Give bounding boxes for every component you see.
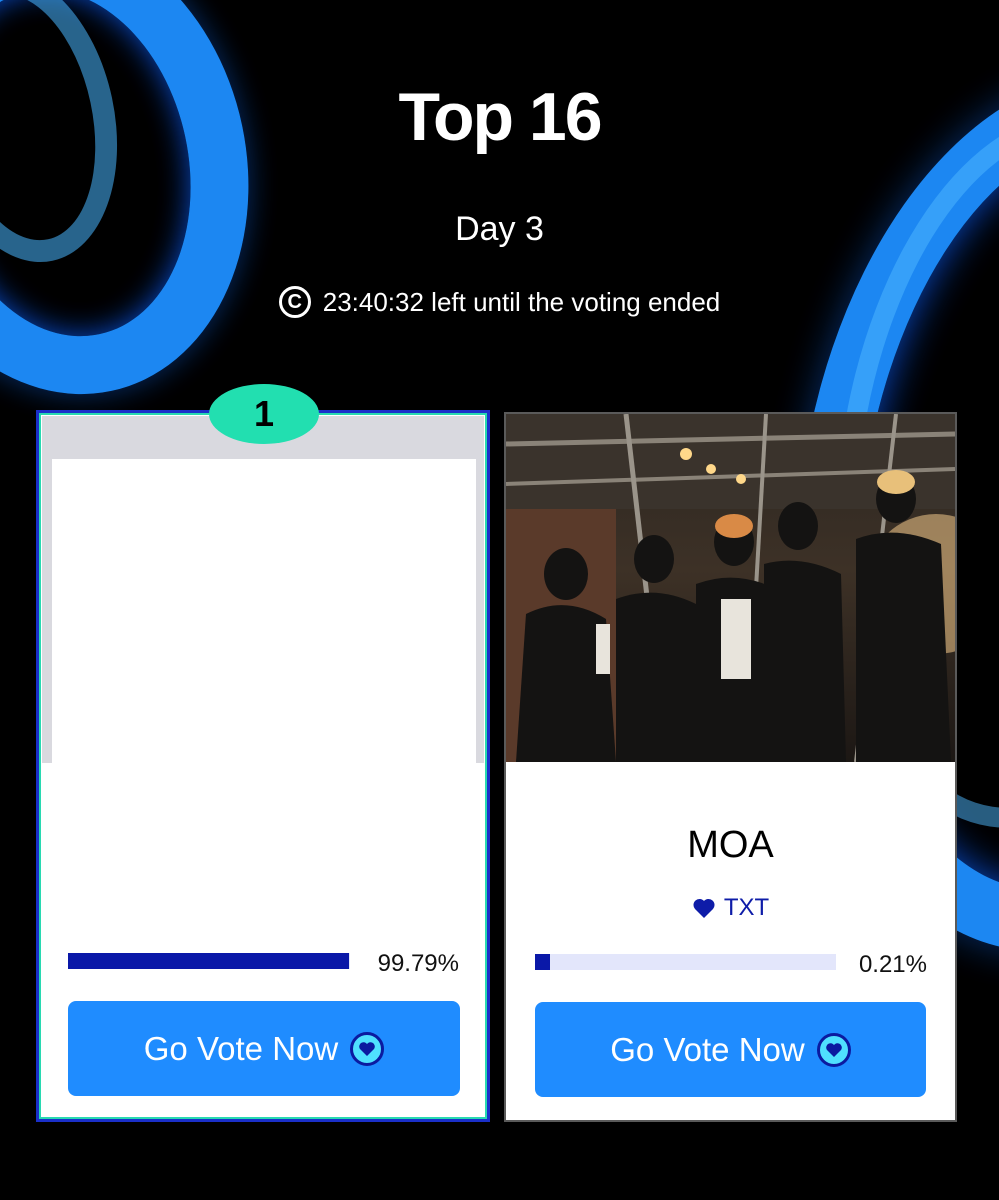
vote-percent: 0.21% — [858, 951, 927, 978]
vote-heart-icon — [816, 1032, 851, 1067]
vote-progress-fill — [68, 953, 350, 969]
vote-button-label: Go Vote Now — [610, 1030, 805, 1068]
candidate-image-placeholder — [42, 416, 484, 763]
vote-button-label: Go Vote Now — [143, 1029, 339, 1067]
go-vote-now-button[interactable]: Go Vote Now — [68, 1001, 460, 1096]
vote-percent: 99.79% — [377, 950, 459, 977]
artist-tag-label: TXT — [723, 894, 770, 921]
fandom-name: MOA — [687, 824, 774, 866]
rank-badge: 1 — [209, 384, 319, 444]
vote-progress-fill — [535, 954, 551, 970]
day-label: Day 3 — [455, 210, 544, 248]
countdown-text: 23:40:32 left until the voting ended — [322, 286, 721, 317]
image-blank-area — [52, 459, 476, 763]
candidate-card-1[interactable]: 1 99.79% Go Vote Now — [36, 384, 490, 1122]
clock-c-icon: C — [278, 286, 311, 318]
page-title: Top 16 — [398, 79, 602, 155]
vote-progress-bar — [535, 954, 836, 970]
go-vote-now-button[interactable]: Go Vote Now — [535, 1002, 926, 1097]
artist-tag: TXT — [506, 894, 955, 922]
candidate-card-2[interactable]: MOA TXT 0.21% Go Vote Now — [504, 412, 957, 1122]
vote-progress-bar — [68, 953, 350, 969]
vote-heart-icon — [350, 1031, 385, 1066]
countdown-timer: C 23:40:32 left until the voting ended — [0, 286, 999, 318]
group-photo — [506, 414, 955, 762]
heart-icon — [693, 898, 715, 918]
